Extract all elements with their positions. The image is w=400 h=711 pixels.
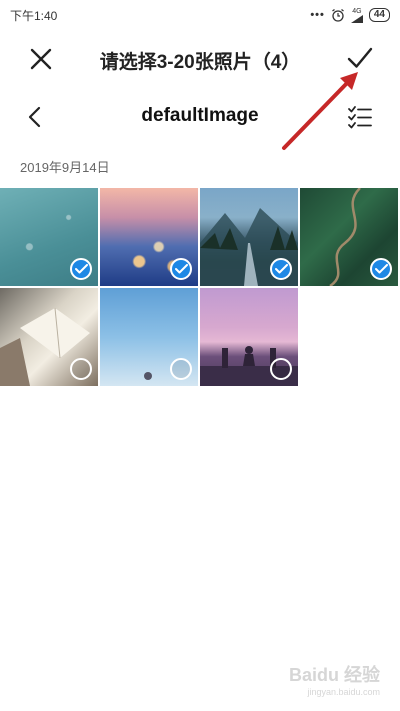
selected-check-icon[interactable]	[270, 258, 292, 280]
signal-icon: 4G	[350, 7, 363, 23]
status-bar: 下午1:40 ••• 4G 44	[0, 0, 400, 30]
photo-thumbnail[interactable]	[200, 288, 298, 386]
selected-check-icon[interactable]	[170, 258, 192, 280]
unselected-circle-icon[interactable]	[270, 358, 292, 380]
confirm-check-icon[interactable]	[344, 42, 376, 74]
watermark: Baidu 经验 jingyan.baidu.com	[289, 661, 380, 697]
selected-check-icon[interactable]	[70, 258, 92, 280]
photo-grid	[0, 188, 400, 386]
photo-thumbnail[interactable]	[100, 288, 198, 386]
status-time: 下午1:40	[10, 9, 58, 23]
page-title: 请选择3-20张照片（4）	[99, 52, 301, 73]
watermark-text: Baidu 经验	[288, 665, 380, 685]
battery-indicator: 44	[368, 8, 390, 22]
header-bar: 请选择3-20张照片（4）	[0, 30, 400, 90]
status-icons: ••• 4G 44	[310, 7, 390, 23]
photo-thumbnail[interactable]	[200, 188, 298, 286]
album-bar: defaultImage	[0, 90, 400, 144]
album-name[interactable]: defaultImage	[0, 105, 400, 127]
photo-thumbnail[interactable]	[0, 188, 98, 286]
photo-thumbnail[interactable]	[0, 288, 98, 386]
network-type: 4G	[352, 7, 362, 15]
date-group-label: 2019年9月14日	[20, 160, 110, 175]
photo-thumbnail[interactable]	[100, 188, 198, 286]
alarm-icon	[331, 8, 344, 22]
unselected-circle-icon[interactable]	[170, 358, 192, 380]
more-notifications-icon: •••	[310, 9, 325, 21]
watermark-sub: jingyan.baidu.com	[307, 687, 380, 697]
unselected-circle-icon[interactable]	[70, 358, 92, 380]
selected-check-icon[interactable]	[370, 258, 392, 280]
photo-thumbnail[interactable]	[300, 188, 398, 286]
select-all-list-icon[interactable]	[346, 103, 374, 131]
